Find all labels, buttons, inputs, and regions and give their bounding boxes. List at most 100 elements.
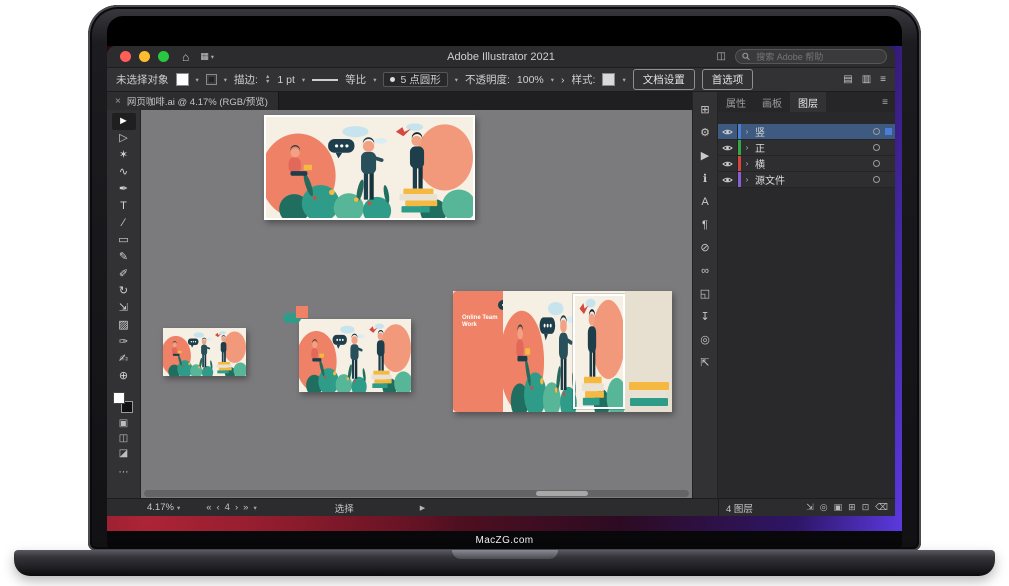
paragraph-icon[interactable]: ¶ [693, 213, 717, 236]
fill-swatch[interactable] [176, 73, 189, 86]
layer-target-icon[interactable] [873, 160, 880, 167]
magic-wand-tool[interactable]: ✶ [112, 147, 136, 164]
layer-expand-icon[interactable]: › [741, 175, 753, 184]
screen-mode-icon[interactable]: ◪ [112, 446, 136, 461]
layer-row[interactable]: › 竖 [718, 124, 895, 140]
artboards-icon[interactable]: ◱ [693, 282, 717, 305]
asset-export-icon[interactable]: ↧ [693, 305, 717, 328]
locate-object-icon[interactable]: ◎ [820, 502, 828, 513]
document-tab[interactable]: × 网页咖啡.ai @ 4.17% (RGB/预览) [107, 92, 279, 110]
opacity-value[interactable]: 100% [517, 74, 544, 86]
info-icon[interactable]: ℹ [693, 167, 717, 190]
edit-toolbar-icon[interactable]: ⋯ [119, 467, 129, 478]
libraries-icon[interactable]: ⊞ [693, 98, 717, 121]
collect-export-icon[interactable]: ⇲ [806, 502, 814, 513]
panel-menu-icon[interactable]: ≡ [882, 97, 888, 108]
layer-row[interactable]: › 源文件 [718, 172, 895, 188]
direct-selection-tool[interactable]: ▷ [112, 130, 136, 147]
close-window-button[interactable] [120, 51, 131, 62]
artboard-medium[interactable] [299, 319, 411, 392]
brush-dropdown[interactable]: 5 点圆形 [383, 72, 447, 87]
previous-artboard-button[interactable]: ‹ [217, 502, 220, 513]
fill-box[interactable] [113, 392, 125, 404]
layer-selection-square[interactable] [885, 128, 892, 135]
hand-tool[interactable]: ✍ [112, 351, 136, 368]
layer-row[interactable]: › 横 [718, 156, 895, 172]
align-panel-icon[interactable]: ▤ [843, 74, 852, 85]
canvas[interactable]: Online Team Work [141, 110, 692, 498]
fill-chevron-icon[interactable]: ▾ [196, 76, 199, 84]
draw-behind-icon[interactable]: ◫ [112, 431, 136, 446]
current-artboard-number[interactable]: 4 [225, 502, 230, 513]
eyedropper-tool[interactable]: ✑ [112, 334, 136, 351]
salmon-panel[interactable]: Online Team Work [453, 291, 509, 412]
rotate-tool[interactable]: ↻ [112, 283, 136, 300]
export-icon[interactable]: ⇱ [693, 351, 717, 374]
layer-expand-icon[interactable]: › [741, 143, 753, 152]
gradient-tool[interactable]: ▨ [112, 317, 136, 334]
artboard-composite[interactable]: Online Team Work [453, 291, 672, 412]
layer-visibility-icon[interactable] [718, 124, 738, 139]
preferences-button[interactable]: 首选项 [702, 69, 754, 90]
stroke-value[interactable]: 1 pt [277, 74, 295, 86]
search-input[interactable] [754, 51, 880, 63]
artboard-small[interactable] [163, 328, 246, 376]
layer-visibility-icon[interactable] [718, 156, 738, 171]
zoom-tool[interactable]: ⊕ [112, 368, 136, 385]
style-chevron-icon[interactable]: ▾ [622, 76, 625, 84]
stroke-width-chevron-icon[interactable]: ▾ [302, 76, 305, 84]
artboard-nav-chevron-icon[interactable]: ▾ [253, 504, 256, 512]
horizontal-scrollbar[interactable] [144, 490, 689, 497]
width-profile-label[interactable]: 等比 [345, 72, 366, 87]
links-icon[interactable]: ∞ [693, 259, 717, 282]
scale-tool[interactable]: ⇲ [112, 300, 136, 317]
loose-shape-salmon[interactable] [296, 306, 308, 318]
zoom-window-button[interactable] [158, 51, 169, 62]
layer-visibility-icon[interactable] [718, 140, 738, 155]
close-tab-icon[interactable]: × [115, 96, 121, 107]
scrollbar-thumb[interactable] [536, 491, 588, 496]
status-play-icon[interactable]: ▶ [420, 504, 425, 512]
tab-properties[interactable]: 属性 [718, 92, 754, 112]
artboard-horizontal-large[interactable] [264, 115, 475, 220]
profile-chevron-icon[interactable]: ▾ [373, 76, 376, 84]
layer-visibility-icon[interactable] [718, 172, 738, 187]
clipping-mask-icon[interactable]: ▣ [834, 502, 843, 513]
layer-expand-icon[interactable]: › [741, 159, 753, 168]
controlbar-menu-icon[interactable]: ≡ [880, 74, 886, 85]
panel-toggle-icon[interactable]: ◫ [717, 51, 726, 62]
help-search-field[interactable] [735, 49, 887, 64]
pencil-tool[interactable]: ✐ [112, 266, 136, 283]
actions-icon[interactable]: ▶ [693, 144, 717, 167]
new-layer-icon[interactable]: ⊡ [862, 502, 870, 513]
tab-artboards[interactable]: 画板 [754, 92, 790, 112]
paintbrush-tool[interactable]: ✎ [112, 249, 136, 266]
layer-target-icon[interactable] [873, 176, 880, 183]
align-icon[interactable]: ◎ [693, 328, 717, 351]
type-tool[interactable]: T [112, 198, 136, 215]
stroke-chevron-icon[interactable]: ▾ [224, 76, 227, 84]
document-setup-button[interactable]: 文档设置 [633, 69, 695, 90]
stroke-swatch[interactable] [206, 74, 217, 85]
layer-name[interactable]: 竖 [753, 124, 873, 139]
last-artboard-button[interactable]: » [243, 502, 248, 513]
character-icon[interactable]: A [693, 190, 717, 213]
layer-name[interactable]: 正 [753, 140, 873, 155]
workspace-switcher[interactable]: ▦ ▾ [200, 51, 214, 62]
layer-name[interactable]: 横 [753, 156, 873, 171]
next-artboard-button[interactable]: › [235, 502, 238, 513]
style-swatch[interactable] [602, 73, 615, 86]
layer-target-icon[interactable] [873, 128, 880, 135]
zoom-dropdown[interactable]: 4.17% ▾ [147, 502, 180, 513]
layer-target-icon[interactable] [873, 144, 880, 151]
first-artboard-button[interactable]: « [206, 502, 211, 513]
selection-tool[interactable]: ► [112, 113, 136, 130]
tab-layers[interactable]: 图层 [790, 92, 826, 112]
settings-icon[interactable]: ⚙ [693, 121, 717, 144]
opacity-chevron-icon[interactable]: ▾ [551, 76, 554, 84]
rectangle-tool[interactable]: ▭ [112, 232, 136, 249]
new-sublayer-icon[interactable]: ⊞ [848, 502, 856, 513]
arrange-grid-icon[interactable]: ▥ [862, 74, 871, 85]
home-icon[interactable]: ⌂ [182, 51, 189, 63]
layer-row[interactable]: › 正 [718, 140, 895, 156]
